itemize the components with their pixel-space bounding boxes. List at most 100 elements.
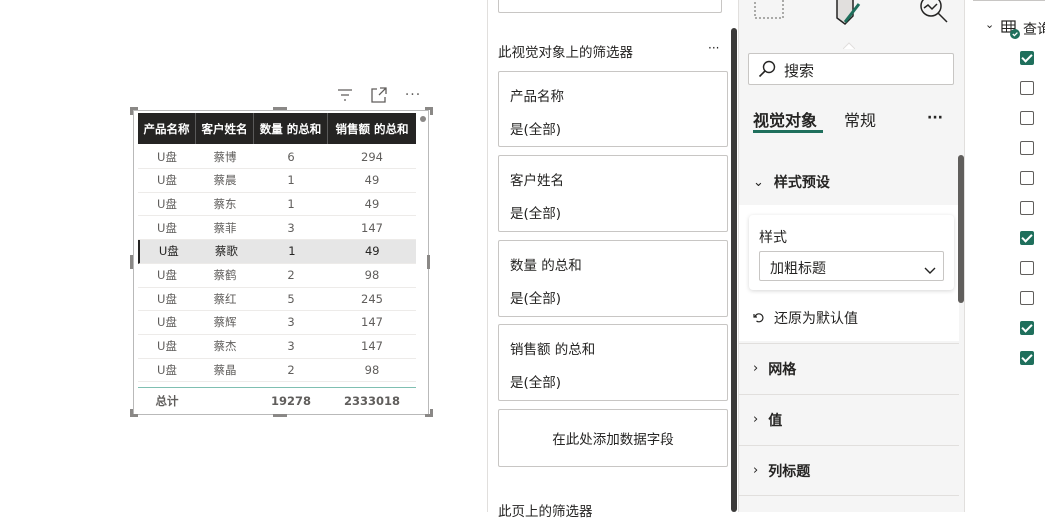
reset-default-button[interactable]: 还原为默认值 (774, 308, 858, 328)
table-cell: U盘 (157, 291, 177, 306)
filter-card-customer[interactable]: 客户姓名 是(全部) (498, 155, 728, 232)
table-cell: 6 (287, 149, 295, 164)
format-search-input[interactable]: 搜索 (748, 53, 954, 85)
table-row[interactable]: U盘 蔡杰 3 147 (138, 335, 416, 359)
tab-visual[interactable]: 视觉对象 (753, 107, 817, 131)
field-checkbox[interactable] (1020, 231, 1034, 245)
total-label: 总计 (155, 393, 179, 408)
table-cell: 蔡歌 (214, 244, 238, 259)
filters-pane: 此视觉对象上的筛选器 ··· 产品名称 是(全部) 客户姓名 是(全部) 数量 … (487, 0, 738, 520)
table-cell: 294 (361, 149, 383, 164)
total-qty: 19278 (270, 393, 311, 408)
field-checkbox[interactable] (1020, 81, 1034, 95)
table-cell: 245 (361, 291, 383, 306)
table-cell: 蔡杰 (213, 339, 237, 354)
style-dropdown[interactable]: 加粗标题 (759, 251, 944, 281)
table-row[interactable]: U盘 蔡博 6 294 (138, 145, 416, 169)
filter-card-value: 是(全部) (510, 291, 562, 307)
table-row[interactable]: U盘 蔡红 5 245 (138, 287, 416, 312)
analytics-icon[interactable] (917, 0, 951, 24)
filter-card-sales[interactable]: 销售额 的总和 是(全部) (498, 324, 728, 401)
field-checkbox[interactable] (1020, 51, 1034, 65)
tab-general[interactable]: 常规 (844, 107, 876, 131)
column-header[interactable]: 销售额 的总和 (328, 113, 416, 144)
resize-handle-bottom[interactable] (273, 414, 287, 417)
table-cell: 蔡辉 (213, 315, 237, 330)
data-pane: ⌄ 查询 (964, 0, 1045, 512)
table-cell: 5 (287, 291, 295, 306)
field-checkbox[interactable] (1020, 201, 1034, 215)
table-row[interactable]: U盘 蔡晶 2 98 (138, 358, 416, 383)
visual-filters-title: 此视觉对象上的筛选器 (498, 45, 633, 61)
table-cell: 49 (364, 173, 380, 188)
field-checkbox[interactable] (1020, 261, 1034, 275)
field-checkbox[interactable] (1020, 351, 1034, 365)
resize-handle-top[interactable] (273, 107, 287, 110)
field-checkbox[interactable] (1020, 171, 1034, 185)
table-row[interactable]: U盘 蔡菲 3 147 (138, 216, 416, 241)
format-visual-icon[interactable] (831, 0, 867, 26)
table-row[interactable]: U盘 蔡辉 3 147 (138, 311, 416, 335)
section-column-headers[interactable]: › 列标题 (739, 445, 959, 495)
table-cell: U盘 (157, 173, 177, 188)
more-options-icon[interactable]: ··· (403, 86, 423, 104)
chevron-down-icon: ⌄ (753, 174, 764, 190)
focus-mode-icon[interactable] (369, 86, 389, 104)
section-style-preset[interactable]: ⌄ 样式预设 (739, 157, 959, 207)
resize-handle-right[interactable] (427, 255, 430, 269)
table-cell: 蔡东 (213, 196, 237, 211)
filter-search-box[interactable] (498, 0, 722, 13)
field-checkbox[interactable] (1020, 141, 1034, 155)
field-checkbox[interactable] (1020, 321, 1034, 335)
report-canvas: ··· 产品名称 客户姓名 数量 的总和 销售额 的总和 U盘 蔡博 6 294 U盘蔡… (0, 0, 487, 512)
table-cell: 3 (287, 339, 295, 354)
table-cell: 1 (287, 173, 295, 188)
total-sales: 2333018 (343, 393, 400, 408)
search-icon (758, 60, 776, 82)
resize-handle-tl-v[interactable] (130, 107, 133, 115)
table-row[interactable]: U盘 蔡东 1 49 (138, 192, 416, 217)
table-header-row: 产品名称 客户姓名 数量 的总和 销售额 的总和 (138, 113, 416, 144)
chevron-down-icon[interactable]: ⌄ (985, 18, 994, 31)
filter-icon[interactable] (335, 86, 355, 104)
add-data-field-dropzone[interactable]: 在此处添加数据字段 (498, 409, 728, 467)
field-checkbox[interactable] (1020, 291, 1034, 305)
column-header[interactable]: 客户姓名 (196, 113, 254, 144)
table-cell: U盘 (157, 196, 177, 211)
tab-visual-underline (753, 130, 823, 133)
filter-card-product[interactable]: 产品名称 是(全部) (498, 71, 728, 147)
table-row[interactable]: U盘 蔡晨 1 49 (138, 169, 416, 193)
filters-more-icon[interactable]: ··· (708, 41, 719, 55)
field-checkbox[interactable] (1020, 111, 1034, 125)
section-values[interactable]: › 值 (739, 394, 959, 444)
reset-icon (753, 309, 765, 328)
table-row[interactable]: U盘 蔡歌 1 49 (138, 239, 416, 264)
resize-handle-br-v[interactable] (430, 409, 433, 417)
column-header[interactable]: 数量 的总和 (254, 113, 328, 144)
table-row[interactable]: U盘 蔡鹤 2 98 (138, 264, 416, 288)
filter-card-qty[interactable]: 数量 的总和 是(全部) (498, 240, 728, 317)
table-cell: 49 (364, 244, 380, 259)
format-more-icon[interactable]: ··· (927, 110, 943, 126)
table-scrollbar-thumb[interactable] (420, 116, 426, 122)
data-table-label[interactable]: 查询 (1023, 19, 1045, 39)
filters-scrollbar[interactable] (731, 28, 737, 512)
table-cell: 98 (364, 362, 380, 377)
build-visual-icon[interactable] (753, 0, 785, 22)
column-header[interactable]: 产品名称 (138, 113, 196, 144)
filter-card-title: 数量 的总和 (510, 258, 582, 274)
table-cell: 蔡晶 (213, 362, 237, 377)
table-cell: 3 (287, 315, 295, 330)
section-grid[interactable]: › 网格 (739, 343, 959, 393)
resize-handle-bl-v[interactable] (130, 409, 133, 417)
table-cell: 蔡晨 (213, 173, 237, 188)
table-cell: 49 (364, 196, 380, 211)
table-cell: 蔡鹤 (213, 268, 237, 282)
table-cell: U盘 (157, 268, 177, 282)
table-cell: 2 (287, 268, 295, 282)
table-cell: 147 (361, 315, 383, 330)
resize-handle-tr-v[interactable] (430, 107, 433, 115)
table-cell: 147 (361, 220, 383, 235)
table-cell: 蔡菲 (213, 220, 237, 235)
resize-handle-left[interactable] (130, 255, 133, 269)
